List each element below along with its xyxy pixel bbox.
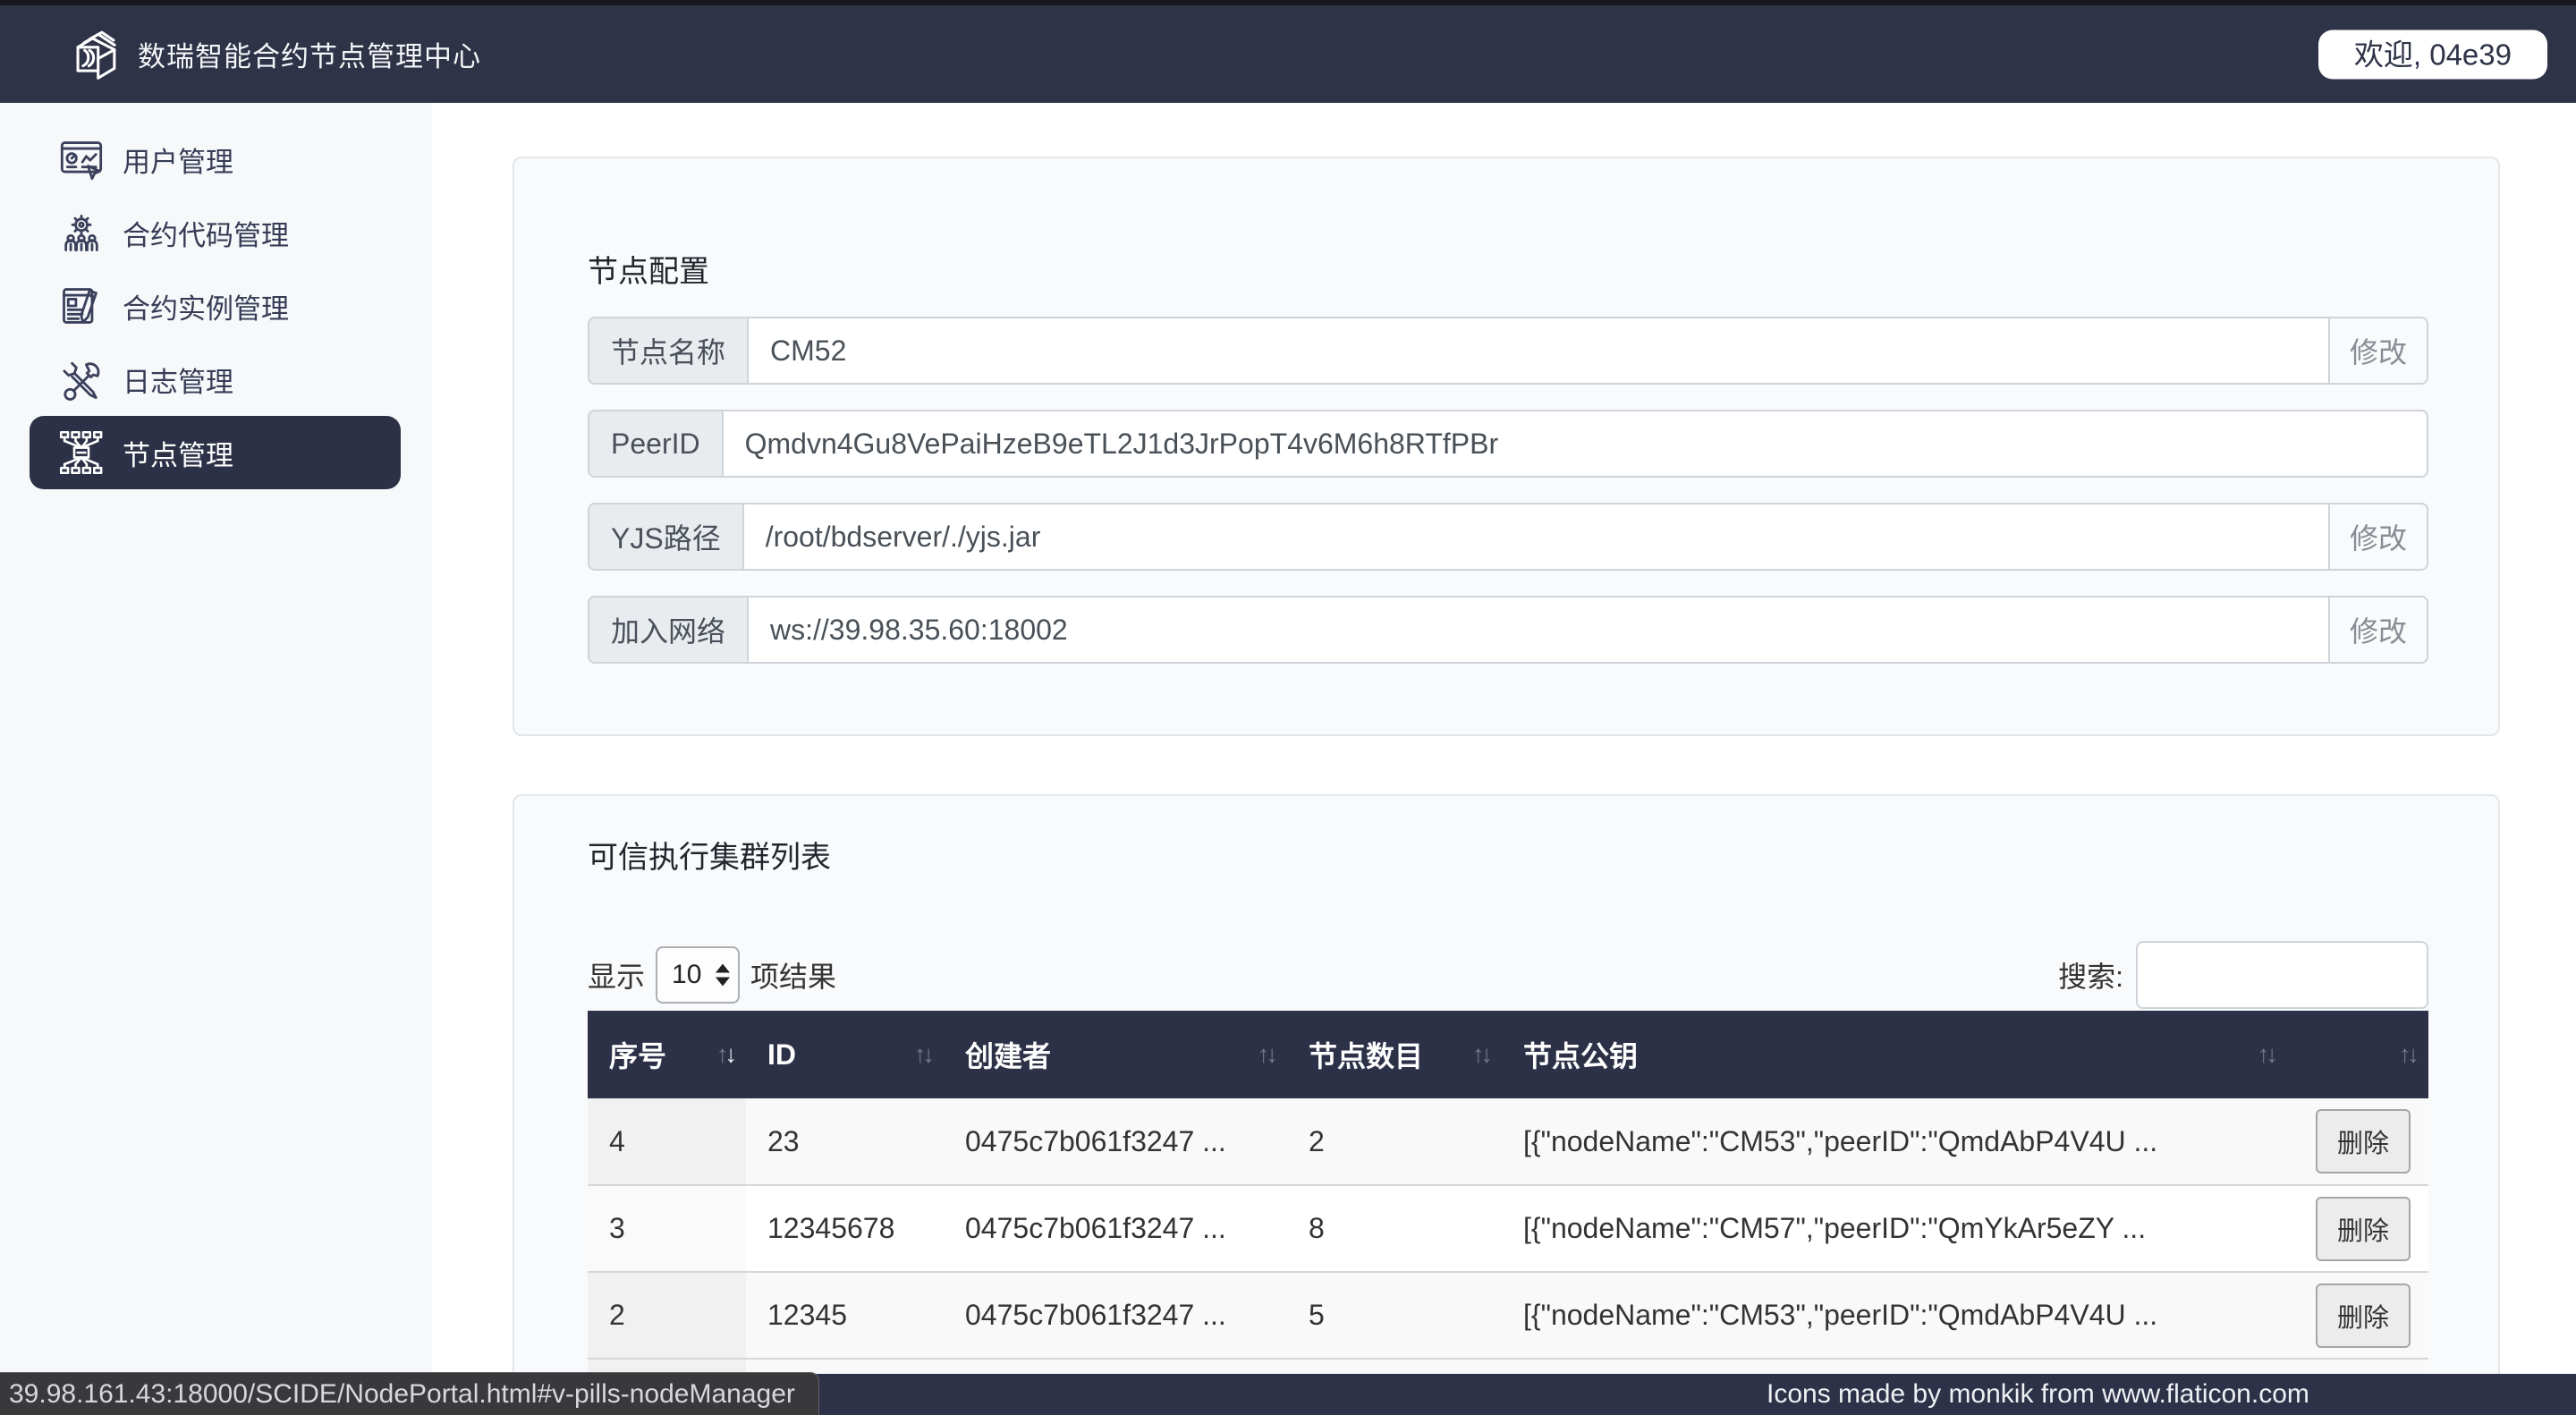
node-name-label: 节点名称 bbox=[588, 317, 748, 385]
node-name-input[interactable] bbox=[747, 317, 2330, 385]
cell-creator: 0475c7b061f3247 ... bbox=[944, 1185, 1287, 1273]
header-seq[interactable]: 序号 ↑↓ bbox=[588, 1011, 746, 1098]
app-title: 数瑞智能合约节点管理中心 bbox=[138, 41, 481, 72]
log-management-icon bbox=[58, 356, 105, 402]
delete-button[interactable]: 删除 bbox=[2315, 1109, 2411, 1174]
browser-status-bar: 39.98.161.43:18000/SCIDE/NodePortal.html… bbox=[0, 1372, 819, 1415]
join-network-label: 加入网络 bbox=[588, 596, 748, 664]
node-config-card: 节点配置 节点名称 修改 PeerID YJS路径 修改 加入网络 修改 bbox=[513, 157, 2500, 736]
sidebar-item-label: 用户管理 bbox=[123, 146, 233, 178]
delete-button[interactable]: 删除 bbox=[2315, 1196, 2411, 1261]
length-control: 显示 10 项结果 bbox=[588, 946, 836, 1004]
sort-icon: ↑↓ bbox=[2258, 1040, 2278, 1068]
sidebar-item-label: 合约实例管理 bbox=[123, 292, 289, 325]
cell-node-pubkey: [{"nodeName":"CM53","peerID":"QmdAbP4V4U… bbox=[1502, 1272, 2287, 1360]
join-network-row: 加入网络 修改 bbox=[588, 596, 2428, 664]
table-header-row: 序号 ↑↓ ID ↑↓ 创建者 ↑↓ 节点数目 ↑↓ 节点公钥 ↑↓ ↑↓ bbox=[588, 1011, 2428, 1098]
sidebar-item-label: 日志管理 bbox=[123, 366, 233, 398]
sidebar-item-label: 节点管理 bbox=[123, 439, 233, 471]
sort-icon: ↑↓ bbox=[914, 1040, 935, 1068]
sort-icon: ↑↓ bbox=[2399, 1040, 2419, 1068]
sort-icon: ↑↓ bbox=[1472, 1040, 1493, 1068]
modify-yjs-path-button[interactable]: 修改 bbox=[2328, 503, 2428, 571]
peer-id-input[interactable] bbox=[721, 410, 2428, 478]
sidebar-item-user-management[interactable]: 用户管理 bbox=[30, 123, 401, 196]
header-creator[interactable]: 创建者 ↑↓ bbox=[944, 1011, 1287, 1098]
peer-id-row: PeerID bbox=[588, 410, 2428, 478]
node-management-icon bbox=[58, 429, 105, 476]
brand: 数瑞智能合约节点管理中心 bbox=[70, 25, 481, 84]
search-label: 搜索: bbox=[2058, 961, 2123, 993]
cell-id: 12345 bbox=[746, 1272, 944, 1360]
table-controls: 显示 10 项结果 搜索: bbox=[588, 941, 2428, 1009]
page-length-select[interactable]: 10 bbox=[656, 946, 741, 1004]
results-label: 项结果 bbox=[750, 961, 837, 993]
cell-seq: 3 bbox=[588, 1185, 746, 1273]
search-input[interactable] bbox=[2136, 941, 2428, 1009]
cell-id: 23 bbox=[746, 1098, 944, 1186]
cell-creator: 0475c7b061f3247 ... bbox=[944, 1098, 1287, 1186]
node-config-title: 节点配置 bbox=[588, 255, 709, 289]
cell-node-count: 5 bbox=[1287, 1272, 1502, 1360]
window-top-strip bbox=[0, 0, 2576, 5]
cluster-list-card: 可信执行集群列表 显示 10 项结果 搜索: 序号 ↑↓ ID ↑↓ 创建者 ↑… bbox=[513, 794, 2500, 1415]
cell-node-pubkey: [{"nodeName":"CM53","peerID":"QmdAbP4V4U… bbox=[1502, 1098, 2287, 1186]
node-name-row: 节点名称 修改 bbox=[588, 317, 2428, 385]
header-node-pubkey[interactable]: 节点公钥 ↑↓ bbox=[1502, 1011, 2287, 1098]
sidebar-item-contract-instance[interactable]: 合约实例管理 bbox=[30, 269, 401, 343]
status-url: 39.98.161.43:18000/SCIDE/NodePortal.html… bbox=[9, 1378, 795, 1409]
contract-instance-icon bbox=[58, 283, 105, 329]
app-logo-icon bbox=[70, 25, 122, 84]
cell-node-count: 8 bbox=[1287, 1185, 1502, 1273]
sidebar-nav: 用户管理 合约代码管理 合约实例管理 日志管理 节点管理 bbox=[0, 103, 432, 1415]
sort-icon: ↑↓ bbox=[716, 1040, 737, 1068]
cell-seq: 2 bbox=[588, 1272, 746, 1360]
table-row: 4 23 0475c7b061f3247 ... 2 [{"nodeName":… bbox=[588, 1098, 2428, 1186]
show-label: 显示 bbox=[588, 961, 646, 993]
sort-icon: ↑↓ bbox=[1258, 1040, 1278, 1068]
top-navbar: 数瑞智能合约节点管理中心 欢迎, 04e39 bbox=[0, 5, 2576, 103]
sidebar-item-node-management[interactable]: 节点管理 bbox=[30, 416, 401, 489]
header-id[interactable]: ID ↑↓ bbox=[746, 1011, 944, 1098]
cluster-list-title: 可信执行集群列表 bbox=[588, 841, 831, 875]
contract-code-icon bbox=[58, 209, 105, 256]
cell-node-pubkey: [{"nodeName":"CM57","peerID":"QmYkAr5eZY… bbox=[1502, 1185, 2287, 1273]
cluster-table: 序号 ↑↓ ID ↑↓ 创建者 ↑↓ 节点数目 ↑↓ 节点公钥 ↑↓ ↑↓ 4 … bbox=[588, 1011, 2428, 1415]
header-actions[interactable]: ↑↓ bbox=[2287, 1011, 2428, 1098]
welcome-user-button[interactable]: 欢迎, 04e39 bbox=[2318, 30, 2547, 79]
user-management-icon bbox=[58, 136, 105, 182]
sidebar-item-log-management[interactable]: 日志管理 bbox=[30, 343, 401, 416]
cell-creator: 0475c7b061f3247 ... bbox=[944, 1272, 1287, 1360]
header-node-count[interactable]: 节点数目 ↑↓ bbox=[1287, 1011, 1502, 1098]
page-length-value: 10 bbox=[672, 960, 702, 989]
icons-credit: Icons made by monkik from www.flaticon.c… bbox=[1767, 1379, 2309, 1409]
sidebar-item-contract-code[interactable]: 合约代码管理 bbox=[30, 196, 401, 269]
main-content: 节点配置 节点名称 修改 PeerID YJS路径 修改 加入网络 修改 可信执… bbox=[432, 103, 2576, 1415]
table-row: 2 12345 0475c7b061f3247 ... 5 [{"nodeNam… bbox=[588, 1272, 2428, 1360]
yjs-path-input[interactable] bbox=[741, 503, 2330, 571]
cell-node-count: 2 bbox=[1287, 1098, 1502, 1186]
delete-button[interactable]: 删除 bbox=[2315, 1283, 2411, 1348]
search-control: 搜索: bbox=[2058, 941, 2428, 1009]
cell-seq: 4 bbox=[588, 1098, 746, 1186]
select-stepper-icon bbox=[716, 963, 731, 987]
sidebar-item-label: 合约代码管理 bbox=[123, 219, 289, 251]
peer-id-label: PeerID bbox=[588, 410, 722, 478]
cell-id: 12345678 bbox=[746, 1185, 944, 1273]
yjs-path-row: YJS路径 修改 bbox=[588, 503, 2428, 571]
yjs-path-label: YJS路径 bbox=[588, 503, 742, 571]
modify-join-network-button[interactable]: 修改 bbox=[2328, 596, 2428, 664]
table-row: 3 12345678 0475c7b061f3247 ... 8 [{"node… bbox=[588, 1185, 2428, 1273]
modify-node-name-button[interactable]: 修改 bbox=[2328, 317, 2428, 385]
join-network-input[interactable] bbox=[747, 596, 2330, 664]
